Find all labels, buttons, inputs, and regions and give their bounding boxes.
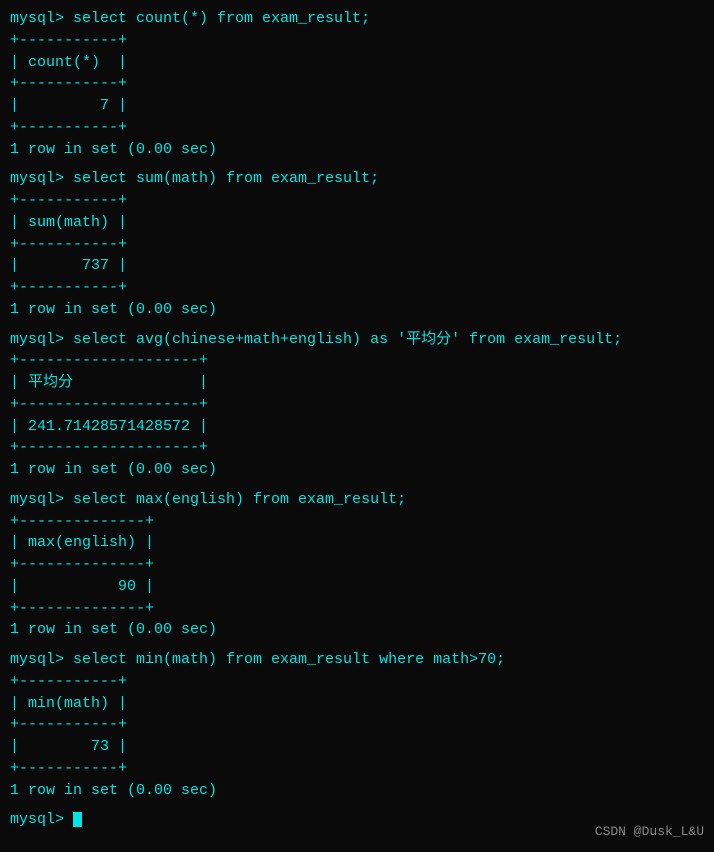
table-line: | min(math) | <box>10 693 704 715</box>
table-line: | count(*) | <box>10 52 704 74</box>
command-line: mysql> select sum(math) from exam_result… <box>10 168 704 190</box>
table-line: +-----------+ <box>10 758 704 780</box>
table-line: | 7 | <box>10 95 704 117</box>
table-line: +--------------+ <box>10 511 704 533</box>
table-line: +-----------+ <box>10 277 704 299</box>
result-info: 1 row in set (0.00 sec) <box>10 299 704 321</box>
table-line: | 737 | <box>10 255 704 277</box>
table-line: +-----------+ <box>10 714 704 736</box>
table-line: +-----------+ <box>10 671 704 693</box>
command-line: mysql> select avg(chinese+math+english) … <box>10 329 704 351</box>
table-line: +--------------+ <box>10 554 704 576</box>
result-info: 1 row in set (0.00 sec) <box>10 459 704 481</box>
result-info: 1 row in set (0.00 sec) <box>10 139 704 161</box>
table-line: +-----------+ <box>10 117 704 139</box>
table-line: | 241.71428571428572 | <box>10 416 704 438</box>
table-line: | 73 | <box>10 736 704 758</box>
table-line: +-----------+ <box>10 234 704 256</box>
table-line: | 90 | <box>10 576 704 598</box>
table-line: +-----------+ <box>10 73 704 95</box>
terminal-container: mysql> select count(*) from exam_result;… <box>10 8 704 831</box>
table-line: | max(english) | <box>10 532 704 554</box>
table-line: | 平均分 | <box>10 372 704 394</box>
command-line: mysql> select max(english) from exam_res… <box>10 489 704 511</box>
table-line: +--------------------+ <box>10 437 704 459</box>
watermark: CSDN @Dusk_L&U <box>595 823 704 842</box>
result-info: 1 row in set (0.00 sec) <box>10 619 704 641</box>
command-line: mysql> select min(math) from exam_result… <box>10 649 704 671</box>
table-line: | sum(math) | <box>10 212 704 234</box>
result-info: 1 row in set (0.00 sec) <box>10 780 704 802</box>
command-line: mysql> select count(*) from exam_result; <box>10 8 704 30</box>
cursor <box>73 812 82 827</box>
table-line: +-----------+ <box>10 190 704 212</box>
table-line: +--------------------+ <box>10 350 704 372</box>
table-line: +--------------------+ <box>10 394 704 416</box>
table-line: +--------------+ <box>10 598 704 620</box>
table-line: +-----------+ <box>10 30 704 52</box>
